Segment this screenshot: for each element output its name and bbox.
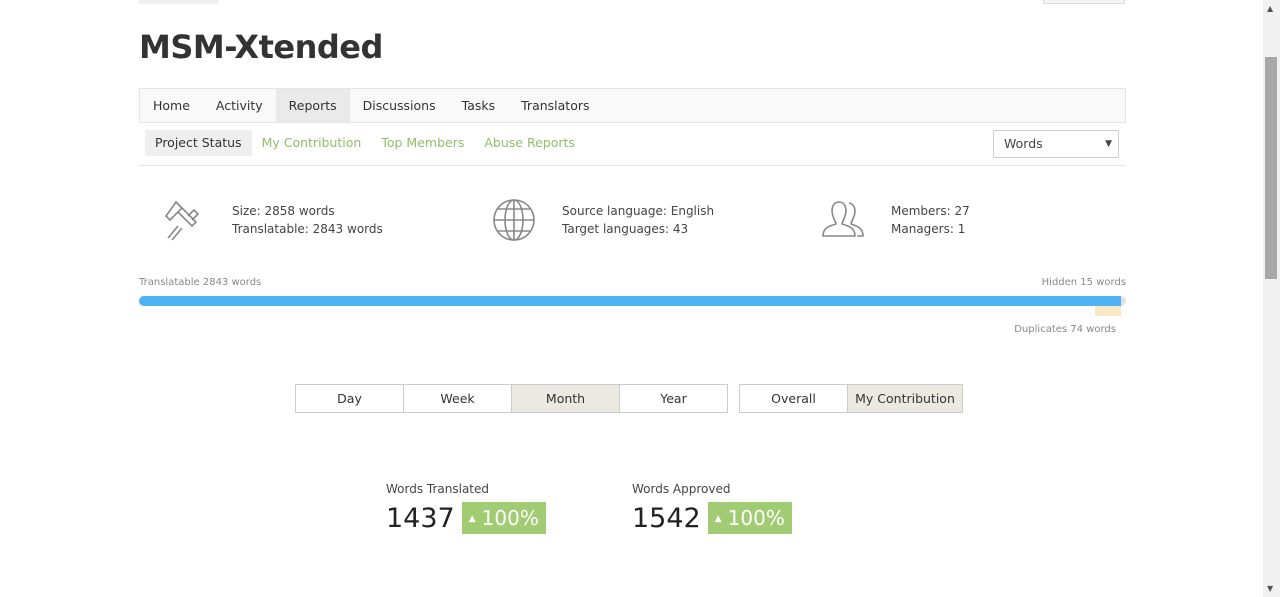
page-title: MSM-Xtended: [139, 28, 383, 66]
top-element-right: [1043, 0, 1125, 4]
scope-overall[interactable]: Overall: [739, 384, 848, 413]
metric-label: Words Approved: [632, 482, 731, 496]
subnav-top-members[interactable]: Top Members: [371, 130, 474, 156]
scrollbar[interactable]: ▲ ▼: [1263, 0, 1280, 597]
period-selector: Day Week Month Year: [295, 384, 728, 413]
chevron-down-icon: ▼: [1105, 139, 1112, 149]
change-badge: ▲ 100%: [461, 502, 546, 534]
period-month[interactable]: Month: [511, 384, 620, 413]
period-year[interactable]: Year: [619, 384, 728, 413]
nav-tasks[interactable]: Tasks: [449, 89, 509, 122]
translatable-text: Translatable: 2843 words: [232, 222, 383, 236]
globe-icon: [493, 199, 535, 241]
target-languages: Target languages: 43: [562, 222, 689, 236]
progress-bar: [139, 296, 1126, 306]
source-language: Source language: English: [562, 204, 715, 218]
change-badge: ▲ 100%: [707, 502, 792, 534]
users-icon: [822, 201, 864, 237]
arrow-up-icon: ▲: [468, 514, 476, 524]
period-week[interactable]: Week: [403, 384, 512, 413]
nav-discussions[interactable]: Discussions: [350, 89, 449, 122]
period-day[interactable]: Day: [295, 384, 404, 413]
metric-value: 1542: [632, 502, 701, 534]
change-value: 100%: [727, 506, 785, 530]
scope-selector: Overall My Contribution: [739, 384, 963, 413]
scroll-down-icon[interactable]: ▼: [1267, 584, 1273, 593]
translatable-label: Translatable 2843 words: [139, 277, 262, 288]
nav-home[interactable]: Home: [140, 89, 203, 122]
nav-translators[interactable]: Translators: [508, 89, 602, 122]
progress-bar-translatable: [139, 296, 1121, 306]
scroll-up-icon[interactable]: ▲: [1267, 4, 1273, 13]
stat-size: Size: 2858 words Translatable: 2843 word…: [162, 198, 383, 242]
hidden-label: Hidden 15 words: [1041, 277, 1126, 288]
metric-words-translated: Words Translated 1437 ▲ 100%: [386, 482, 546, 534]
managers-count: Managers: 1: [891, 222, 966, 236]
nav-activity[interactable]: Activity: [203, 89, 276, 122]
main-nav: Home Activity Reports Discussions Tasks …: [139, 88, 1126, 123]
scrollbar-thumb[interactable]: [1265, 57, 1277, 279]
subnav-abuse-reports[interactable]: Abuse Reports: [474, 130, 585, 156]
duplicates-label: Duplicates 74 words: [1014, 324, 1116, 335]
unit-select-value: Words: [1004, 136, 1043, 151]
change-value: 100%: [481, 506, 539, 530]
scope-my-contribution[interactable]: My Contribution: [847, 384, 963, 413]
size-text: Size: 2858 words: [232, 204, 335, 218]
top-element: [139, 0, 219, 4]
sub-nav: Project Status My Contribution Top Membe…: [139, 130, 1126, 166]
nav-reports[interactable]: Reports: [275, 89, 350, 122]
metric-words-approved: Words Approved 1542 ▲ 100%: [632, 482, 792, 534]
stat-members: Members: 27 Managers: 1: [821, 198, 970, 242]
metric-label: Words Translated: [386, 482, 490, 496]
arrow-up-icon: ▲: [714, 514, 722, 524]
stat-languages: Source language: English Target language…: [492, 198, 714, 242]
members-count: Members: 27: [891, 204, 970, 218]
subnav-project-status[interactable]: Project Status: [145, 130, 252, 156]
unit-select[interactable]: Words ▼: [993, 130, 1119, 158]
caliper-icon: [164, 200, 200, 241]
progress-bar-duplicates: [1095, 306, 1121, 316]
subnav-my-contribution[interactable]: My Contribution: [252, 130, 372, 156]
metric-value: 1437: [386, 502, 455, 534]
